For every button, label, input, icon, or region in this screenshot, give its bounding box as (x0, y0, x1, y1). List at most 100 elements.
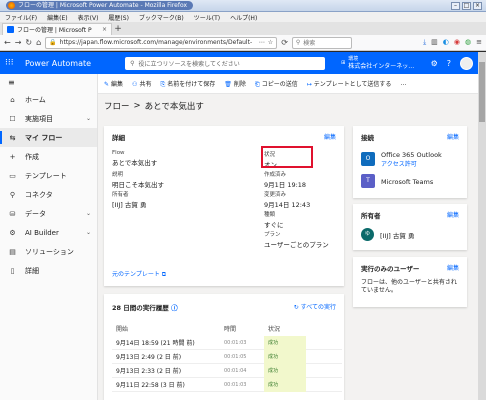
reload-icon[interactable]: ↻ (25, 38, 32, 47)
addon-icon[interactable]: ◉ (454, 38, 460, 47)
search-bar[interactable]: ⚲ 検索 (291, 36, 352, 49)
run-duration: 00:01:05 (224, 353, 247, 360)
sidebar-item-label: マイ フロー (25, 133, 63, 142)
minimize-button[interactable]: – (451, 1, 460, 10)
more-commands-icon[interactable]: … (400, 80, 406, 87)
brand-title[interactable]: Power Automate (25, 59, 91, 68)
connections-edit-link[interactable]: 編集 (447, 132, 459, 142)
search-icon: ⚲ (130, 59, 135, 67)
close-tab-icon[interactable]: × (102, 26, 107, 33)
sidebar-item-create[interactable]: + 作成 (0, 147, 97, 166)
url-bar[interactable]: 🔒 https://japan.flow.microsoft.com/manag… (45, 36, 278, 49)
page-scrollbar[interactable] (478, 52, 486, 400)
header-icons: ⚙ ? (431, 56, 473, 70)
connectors-icon: ⚲ (9, 190, 16, 199)
owners-edit-link[interactable]: 編集 (447, 210, 459, 220)
help-icon[interactable]: ? (447, 59, 451, 68)
connection-teams[interactable]: T Microsoft Teams (353, 170, 467, 192)
environment-label: 環境 (348, 56, 359, 62)
menu-history[interactable]: 履歴(S) (108, 13, 129, 22)
run-duration: 00:01:04 (224, 367, 247, 374)
run-only-text: フローは、他のユーザーと共有されていません。 (361, 279, 457, 294)
environment-picker[interactable]: ⊞ 環境 株式会社インターネッ… (341, 56, 414, 70)
sync-icon[interactable]: ◐ (443, 38, 449, 47)
sidebar-item-connectors[interactable]: ⚲ コネクタ (0, 185, 97, 204)
menu-tools[interactable]: ツール(T) (194, 13, 220, 22)
delete-command[interactable]: 🗑 削除 (224, 79, 246, 88)
sidebar-item-label: ソリューション (25, 247, 74, 256)
table-row[interactable]: 9月11日 22:58 (3 日 前) 00:01:03 成功 (112, 377, 342, 392)
addon2-icon[interactable]: ◍ (465, 38, 471, 47)
menu-edit[interactable]: 編集(E) (47, 13, 67, 22)
sidebar-item-label: AI Builder (25, 228, 59, 237)
run-only-title: 実行のみのユーザー (361, 265, 420, 273)
app-launcher-icon[interactable]: ⁝⁝⁝ (5, 58, 19, 68)
sidebar: ≡ ⌂ ホーム ☐ 実施項目 ⌄ ⇆ マイ フロー + 作成 ▭ テンプレート ⚲ コネクタ … (0, 74, 98, 400)
connections-card: 接続 編集 O Office 365 Outlook アクセス許可 T Micros… (353, 126, 467, 198)
sidebar-item-ai-builder[interactable]: ⚙ AI Builder ⌄ (0, 223, 97, 242)
settings-icon[interactable]: ⚙ (431, 59, 438, 68)
menu-help[interactable]: ヘルプ(H) (230, 13, 257, 22)
reader-icon[interactable]: ⟳ (281, 38, 288, 47)
all-runs-link[interactable]: ↻ すべての実行 (294, 302, 336, 312)
command-label: 共有 (139, 81, 152, 88)
send-copy-command[interactable]: ⎗ コピーの送信 (255, 79, 298, 89)
run-duration: 00:01:03 (224, 339, 247, 346)
bookmark-star-icon[interactable]: ☆ (268, 39, 273, 46)
page-title: あとで本気出す (144, 102, 204, 112)
window-title: フローの管理 | Microsoft Power Automate - Mozi… (6, 1, 194, 10)
library-icon[interactable]: ▥ (431, 38, 438, 47)
share-command[interactable]: ⚇ 共有 (132, 79, 151, 88)
modified-label: 変更済み (264, 192, 287, 198)
run-only-edit-link[interactable]: 編集 (447, 263, 459, 273)
sidebar-item-solutions[interactable]: ▤ ソリューション (0, 242, 97, 261)
connection-name: Microsoft Teams (381, 177, 434, 186)
table-row[interactable]: 9月14日 18:59 (21 時間 前) 00:01:03 成功 (112, 335, 342, 350)
template-link[interactable]: 元のテンプレート ⧉ (112, 269, 166, 279)
menu-view[interactable]: 表示(V) (78, 13, 99, 22)
menu-file[interactable]: ファイル(F) (5, 13, 37, 22)
menu-bookmarks[interactable]: ブックマーク(B) (139, 13, 184, 22)
duration-column-header: 時間 (224, 325, 237, 333)
run-start: 9月13日 2:33 (2 日 前) (116, 368, 182, 375)
collapse-nav-icon[interactable]: ≡ (0, 74, 97, 90)
all-runs-label: すべての実行 (300, 304, 336, 311)
downloads-icon[interactable]: ⤓ (423, 38, 426, 47)
templates-icon: ▭ (9, 171, 16, 180)
search-icon: ⚲ (295, 39, 301, 46)
sidebar-item-data[interactable]: ⛁ データ ⌄ (0, 204, 97, 223)
browser-tab[interactable]: フローの管理 | Microsoft P × (2, 23, 112, 35)
breadcrumb-flows[interactable]: フロー (104, 100, 130, 112)
sidebar-item-templates[interactable]: ▭ テンプレート (0, 166, 97, 185)
details-edit-link[interactable]: 編集 (324, 132, 336, 142)
close-window-button[interactable]: × (473, 1, 482, 10)
sidebar-item-action-items[interactable]: ☐ 実施項目 ⌄ (0, 109, 97, 128)
avatar[interactable] (460, 56, 473, 70)
sidebar-item-learn[interactable]: ▯ 詳細 (0, 261, 97, 280)
forward-icon[interactable]: → (15, 38, 22, 47)
home-button-icon[interactable]: ⌂ (36, 38, 41, 47)
table-row[interactable]: 9月13日 2:33 (2 日 前) 00:01:04 成功 (112, 363, 342, 378)
back-icon[interactable]: ← (4, 38, 11, 47)
edit-command[interactable]: ✎ 編集 (104, 79, 123, 88)
maximize-button[interactable]: □ (462, 1, 471, 10)
new-tab-button[interactable]: + (112, 23, 124, 35)
menu-icon[interactable]: ≡ (476, 38, 482, 47)
sidebar-item-home[interactable]: ⌂ ホーム (0, 90, 97, 109)
type-value: すぐに (264, 221, 284, 229)
sidebar-item-my-flows[interactable]: ⇆ マイ フロー (0, 128, 97, 147)
table-row[interactable]: 9月13日 2:49 (2 日 前) 00:01:05 成功 (112, 349, 342, 364)
run-status: 成功 (264, 349, 306, 364)
scrollbar-thumb[interactable] (479, 62, 485, 122)
connection-outlook[interactable]: O Office 365 Outlook アクセス許可 (353, 148, 467, 170)
page-actions-icon[interactable]: ⋯ (259, 39, 265, 46)
owners-card: 所有者 編集 ゆ [IIJ] 古賀 勇 (353, 204, 467, 250)
save-as-command[interactable]: ⎘ 名前を付けて保存 (160, 79, 215, 89)
permission-link[interactable]: アクセス許可 (381, 159, 442, 168)
details-card: 詳細 編集 Flow あとで本気出す 説明 明日こそ本気出す 所有者 [IIJ] 古賀 … (104, 126, 344, 286)
send-as-template-command[interactable]: ↦ テンプレートとして送信する (307, 79, 392, 88)
connection-name: Office 365 Outlook (381, 151, 442, 159)
resource-search-input[interactable]: ⚲ 役に立つリソースを検索してください (125, 56, 326, 70)
description-value: 明日こそ本気出す (112, 181, 164, 189)
save-as-icon: ⎘ (160, 80, 166, 88)
